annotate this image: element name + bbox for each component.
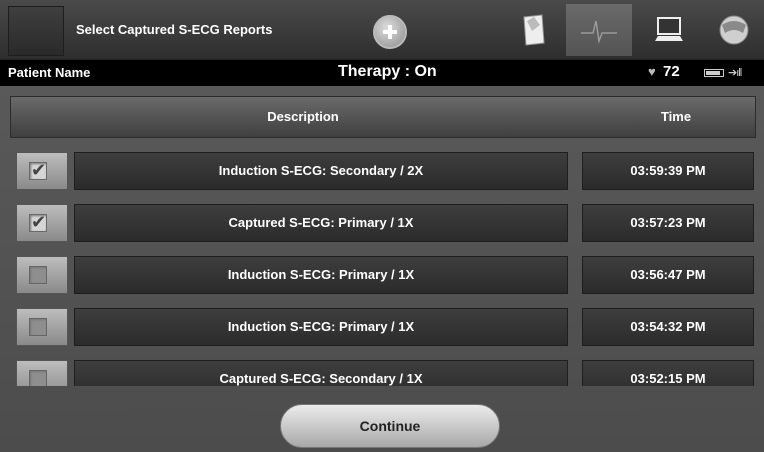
row-time[interactable]: 03:52:15 PM (582, 360, 754, 386)
row-checkbox[interactable] (16, 360, 68, 386)
row-checkbox[interactable]: ✔ (16, 152, 68, 190)
row-checkbox[interactable] (16, 308, 68, 346)
device-icon (719, 15, 749, 45)
report-row[interactable]: Induction S-ECG: Primary / 1X 03:54:32 P… (16, 302, 756, 346)
row-time[interactable]: 03:57:23 PM (582, 204, 754, 242)
header-description: Description (267, 109, 339, 124)
telemetry-signal-icon: ➔ıll (728, 67, 742, 79)
checkbox-box (29, 370, 47, 386)
report-row[interactable]: Captured S-ECG: Secondary / 1X 03:52:15 … (16, 354, 756, 386)
add-button[interactable] (373, 15, 407, 49)
row-description[interactable]: Induction S-ECG: Secondary / 2X (74, 152, 568, 190)
row-time[interactable]: 03:56:47 PM (582, 256, 754, 294)
top-toolbar: Select Captured S-ECG Reports (0, 0, 764, 60)
continue-button[interactable]: Continue (280, 404, 500, 448)
computer-icon (655, 17, 683, 41)
report-row[interactable]: Induction S-ECG: Primary / 1X 03:56:47 P… (16, 250, 756, 294)
notes-tool-button[interactable] (500, 4, 566, 56)
menu-button[interactable] (8, 6, 64, 56)
row-description[interactable]: Induction S-ECG: Primary / 1X (74, 308, 568, 346)
checkbox-box (29, 318, 47, 336)
notes-icon (523, 14, 545, 46)
checkbox-box: ✔ (29, 160, 47, 180)
row-time[interactable]: 03:59:39 PM (582, 152, 754, 190)
header-time: Time (660, 109, 692, 124)
checkmark-icon: ✔ (31, 160, 47, 180)
row-time[interactable]: 03:54:32 PM (582, 308, 754, 346)
row-description[interactable]: Captured S-ECG: Secondary / 1X (74, 360, 568, 386)
row-description[interactable]: Induction S-ECG: Primary / 1X (74, 256, 568, 294)
reports-panel: Description Time ✔ Induction S-ECG: Seco… (0, 86, 764, 452)
device-tool-button[interactable] (704, 4, 764, 56)
heart-icon: ♥ (648, 64, 656, 79)
screen-title: Select Captured S-ECG Reports (76, 22, 273, 37)
plus-icon (383, 25, 397, 39)
battery-icon (704, 69, 724, 77)
checkmark-icon: ✔ (31, 212, 47, 232)
checkbox-box: ✔ (29, 212, 47, 232)
heart-rate-value: 72 (663, 63, 680, 80)
row-checkbox[interactable] (16, 256, 68, 294)
report-row[interactable]: ✔ Induction S-ECG: Secondary / 2X 03:59:… (16, 146, 756, 190)
report-row[interactable]: ✔ Captured S-ECG: Primary / 1X 03:57:23 … (16, 198, 756, 242)
table-header: Description Time (10, 96, 756, 138)
row-checkbox[interactable]: ✔ (16, 204, 68, 242)
waveform-tool-button[interactable] (566, 4, 632, 56)
computer-tool-button[interactable] (636, 4, 702, 56)
report-list[interactable]: ✔ Induction S-ECG: Secondary / 2X 03:59:… (16, 146, 756, 386)
patient-name-label: Patient Name (8, 65, 91, 80)
row-description[interactable]: Captured S-ECG: Primary / 1X (74, 204, 568, 242)
therapy-status: Therapy : On (338, 63, 437, 80)
waveform-icon (581, 20, 617, 44)
checkbox-box (29, 266, 47, 284)
status-bar: Patient Name Therapy : On ♥ 72 ➔ıll (0, 60, 764, 86)
